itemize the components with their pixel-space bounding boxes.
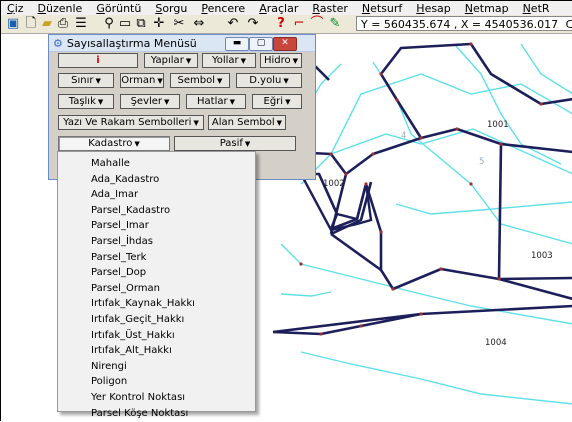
sinir-button[interactable]: Sınır ▼ <box>58 73 114 88</box>
orman-button[interactable]: Orman ▼ <box>120 73 164 88</box>
draw-tool-icon[interactable]: ✎ <box>327 16 343 32</box>
zoom-icon[interactable]: ⚲ <box>101 16 117 32</box>
dyolu-button[interactable]: D.yolu ▼ <box>236 73 302 88</box>
yollar-button[interactable]: Yollar ▼ <box>202 53 256 68</box>
dropdown-item-nirengi[interactable]: Nirengi <box>58 359 255 375</box>
parcel-label-1002: 1002 <box>323 179 345 189</box>
dropdown-item-irtifak-ust[interactable]: Irtıfak_Üst_Hakkı <box>58 328 255 344</box>
dropdown-item-mahalle[interactable]: Mahalle <box>58 156 255 172</box>
polyline-tool-icon[interactable]: ⌒ <box>309 16 325 32</box>
move-icon[interactable]: ✛ <box>151 16 167 32</box>
dropdown-item-parsel-kadastro[interactable]: Parsel_Kadastro <box>58 203 255 219</box>
dropdown-item-irtifak-kaynak[interactable]: Irtıfak_Kaynak_Hakkı <box>58 296 255 312</box>
menu-ciz[interactable]: Çiz <box>7 2 24 15</box>
dropdown-item-poligon[interactable]: Poligon <box>58 374 255 390</box>
sevler-button[interactable]: Şevler ▼ <box>120 94 180 109</box>
print-icon[interactable]: ⎙ <box>55 16 71 32</box>
menu-goruntu[interactable]: Görüntü <box>96 2 141 15</box>
hidro-button[interactable]: Hidro ▼ <box>260 53 302 68</box>
coordinate-readout: Y = 560435.674 , X = 4540536.017 Cu <box>356 16 572 31</box>
window-title: Sayısallaştırma Menüsü <box>66 36 197 50</box>
cut-icon[interactable]: ✂ <box>171 16 187 32</box>
copy-icon[interactable]: ⧉ <box>133 16 149 32</box>
select-icon[interactable]: ▣ <box>5 16 21 32</box>
window-gear-icon: ⚙ <box>53 36 63 50</box>
menu-netsurf[interactable]: Netsurf <box>362 2 402 15</box>
dropdown-item-parsel-imar[interactable]: Parsel_Imar <box>58 218 255 234</box>
menu-araclar[interactable]: Araçlar <box>259 2 298 15</box>
dropdown-item-parsel-terk[interactable]: Parsel_Terk <box>58 250 255 266</box>
menu-duzenle[interactable]: Düzenle <box>38 2 83 15</box>
new-file-icon[interactable]: 🗋 <box>23 16 39 32</box>
dropdown-item-irtifak-alt[interactable]: Irtıfak_Alt_Hakkı <box>58 343 255 359</box>
block-label-5: 5 <box>479 157 484 167</box>
redo-icon[interactable]: ↷ <box>245 16 261 32</box>
menu-raster[interactable]: Raster <box>312 2 347 15</box>
taslik-button[interactable]: Taşlık ▼ <box>58 94 114 109</box>
kadastro-button[interactable]: Kadastro ▼ <box>58 136 170 151</box>
menu-netr[interactable]: NetR <box>523 2 550 15</box>
undo-icon[interactable]: ↶ <box>225 16 241 32</box>
menu-pencere[interactable]: Pencere <box>201 2 245 15</box>
yazi-rakam-button[interactable]: Yazı Ve Rakam Sembolleri ▼ <box>58 115 204 130</box>
close-icon[interactable]: ✕ <box>273 37 297 51</box>
line-tool-icon[interactable]: ⌐ <box>291 16 307 32</box>
layers-icon[interactable]: ☰ <box>73 16 89 32</box>
menu-bar: Çiz Düzenle Görüntü Sorgu Pencere Araçla… <box>1 1 572 15</box>
block-label-4: 4 <box>401 131 406 141</box>
dropdown-item-parsel-orman[interactable]: Parsel_Orman <box>58 281 255 297</box>
open-folder-icon[interactable]: ▰ <box>39 16 55 32</box>
dropdown-item-ada-imar[interactable]: Ada_Imar <box>58 187 255 203</box>
info-button[interactable]: i <box>58 53 138 68</box>
kadastro-dropdown[interactable]: Mahalle Ada_Kadastro Ada_Imar Parsel_Kad… <box>57 151 256 419</box>
help-icon[interactable]: ? <box>273 16 289 32</box>
window-icon[interactable]: ▭ <box>117 16 133 32</box>
parcel-label-1003: 1003 <box>531 251 553 261</box>
egri-button[interactable]: Eğri ▼ <box>252 94 302 109</box>
maximize-icon[interactable]: ▢ <box>249 37 273 51</box>
dropdown-item-yer-kontrol[interactable]: Yer Kontrol Noktası <box>58 390 255 406</box>
dropdown-item-parsel-ihdas[interactable]: Parsel_İhdas <box>58 234 255 250</box>
sembol-button[interactable]: Sembol ▼ <box>170 73 230 88</box>
coordinate-text: Y = 560435.674 , X = 4540536.017 <box>361 18 559 31</box>
pasif-button[interactable]: Pasif ▼ <box>174 136 296 151</box>
dropdown-item-irtifak-gecit[interactable]: Irtıfak_Geçit_Hakkı <box>58 312 255 328</box>
dropdown-item-parsel-kose[interactable]: Parsel Köşe Noktası <box>58 406 255 422</box>
dropdown-item-parsel-dop[interactable]: Parsel_Dop <box>58 265 255 281</box>
hatlar-button[interactable]: Hatlar ▼ <box>186 94 246 109</box>
parcel-label-1004: 1004 <box>485 338 507 348</box>
coordinate-tail: Cu <box>566 18 572 30</box>
alan-sembol-button[interactable]: Alan Sembol ▼ <box>208 115 286 130</box>
yapilar-button[interactable]: Yapılar ▼ <box>144 53 198 68</box>
menu-netmap[interactable]: Netmap <box>465 2 509 15</box>
adjust-icon[interactable]: ⇔ <box>191 16 207 32</box>
dropdown-item-ada-kadastro[interactable]: Ada_Kadastro <box>58 172 255 188</box>
menu-sorgu[interactable]: Sorgu <box>155 2 187 15</box>
parcel-label-1001: 1001 <box>487 120 509 130</box>
toolbar: ▣ 🗋 ▰ ⎙ ☰ ⚲ ▭ ⧉ ✛ ✂ ⇔ ↶ ↷ ? ⌐ ⌒ ✎ Y = 56… <box>1 15 572 34</box>
menu-hesap[interactable]: Hesap <box>416 2 451 15</box>
minimize-icon[interactable]: ▬ <box>225 37 249 51</box>
